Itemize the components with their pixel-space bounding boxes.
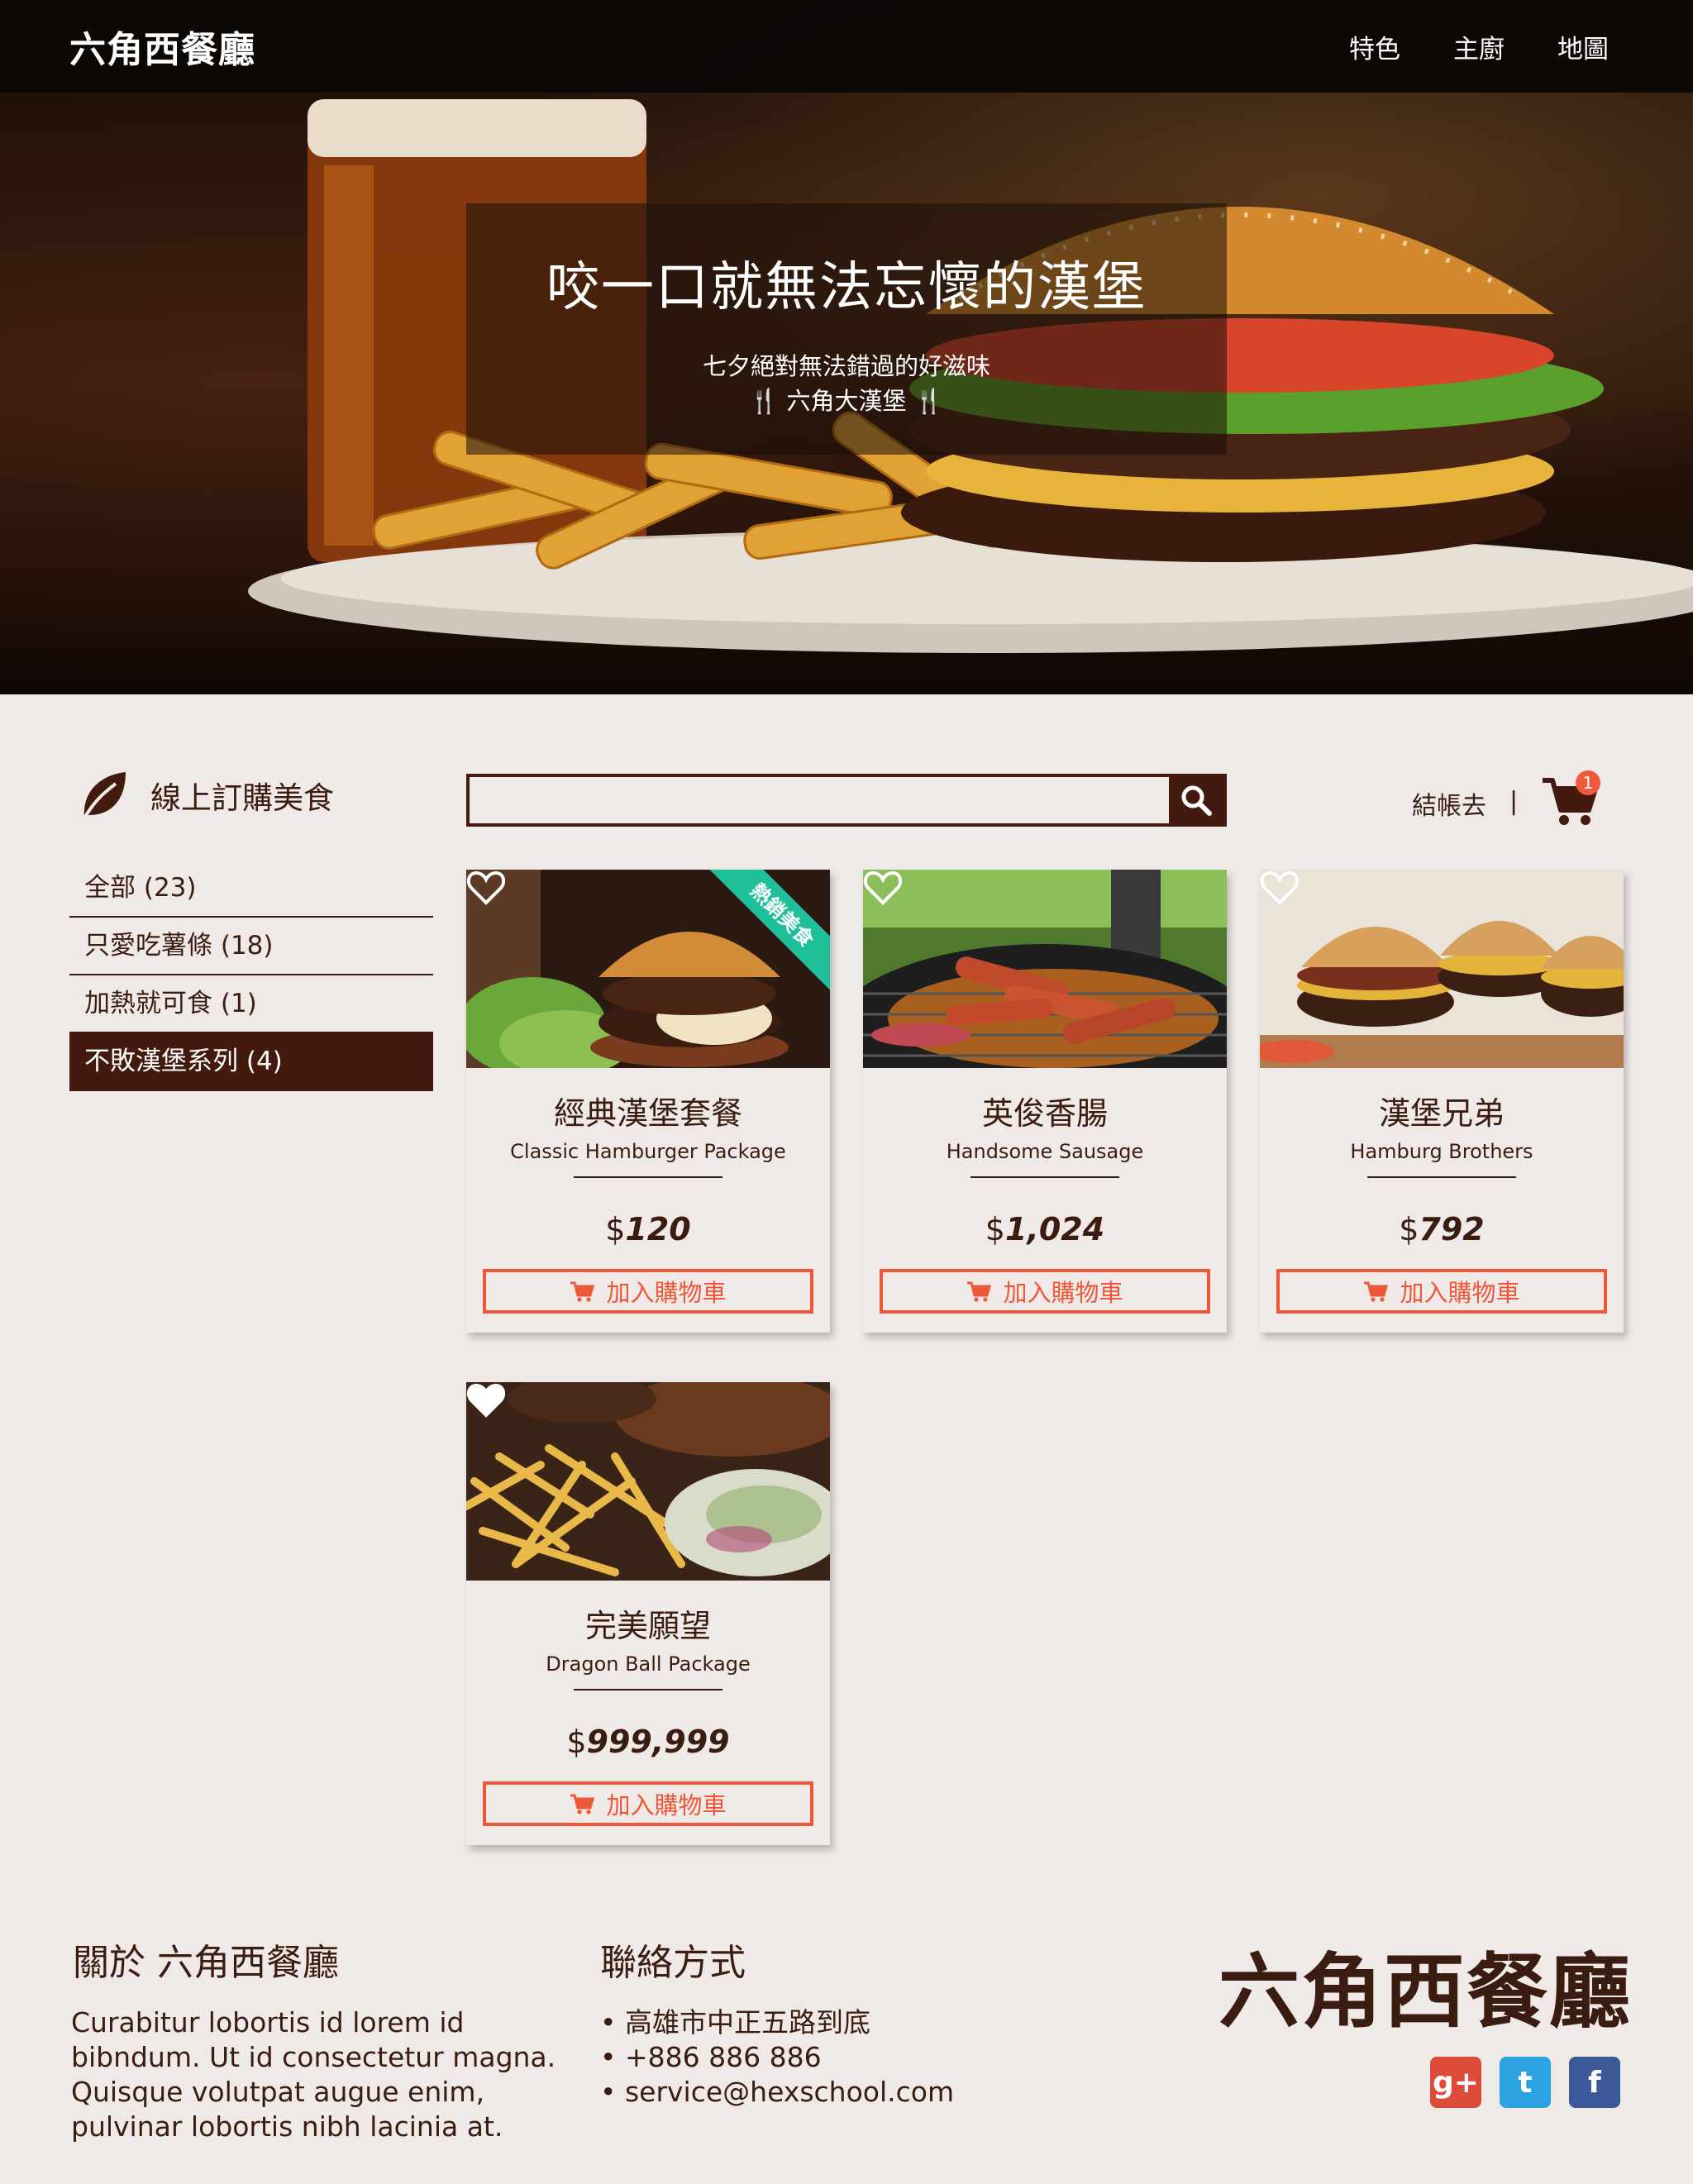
- category-fries[interactable]: 只愛吃薯條 (18): [69, 918, 433, 975]
- product-image[interactable]: [1260, 870, 1624, 1068]
- search-input[interactable]: [470, 777, 1172, 823]
- add-to-cart-button[interactable]: 加入購物車: [483, 1781, 813, 1826]
- product-divider: [574, 1689, 723, 1690]
- checkout-link[interactable]: 結帳去: [1412, 785, 1486, 822]
- sausage-grill-image: [863, 870, 1227, 1068]
- currency-symbol: $: [985, 1211, 1005, 1247]
- cart-icon: [570, 1281, 595, 1302]
- fork-knife-icon: 🍴: [749, 387, 780, 415]
- product-english-name: Classic Hamburger Package: [510, 1140, 786, 1163]
- product-card: 英俊香腸 Handsome Sausage $1,024 加入購物車: [863, 870, 1227, 1333]
- twitter-icon[interactable]: t: [1500, 2057, 1551, 2108]
- add-to-cart-button[interactable]: 加入購物車: [483, 1269, 813, 1314]
- category-heat-and-eat[interactable]: 加熱就可食 (1): [69, 975, 433, 1033]
- favorite-heart-icon[interactable]: [466, 870, 506, 906]
- currency-symbol: $: [566, 1724, 587, 1760]
- footer-contact-title: 聯絡方式: [600, 1942, 746, 1984]
- nav-link-chef[interactable]: 主廚: [1453, 28, 1505, 65]
- footer-about-title: 關於 六角西餐廳: [73, 1942, 339, 1984]
- nav-link-map[interactable]: 地圖: [1557, 28, 1609, 65]
- product-card: 完美願望 Dragon Ball Package $999,999 加入購物車: [466, 1382, 830, 1845]
- facebook-icon[interactable]: f: [1569, 2057, 1620, 2108]
- category-all[interactable]: 全部 (23): [69, 860, 433, 918]
- brand-logo[interactable]: 六角西餐廳: [69, 20, 255, 73]
- currency-symbol: $: [1399, 1211, 1419, 1247]
- footer-about-text: Curabitur lobortis id lorem id bibndum. …: [71, 2006, 556, 2143]
- search-bar: [466, 774, 1227, 827]
- add-to-cart-button[interactable]: 加入購物車: [1276, 1269, 1607, 1314]
- product-name: 經典漢堡套餐: [553, 1095, 742, 1132]
- sidebar-header: 線上訂購美食: [79, 769, 334, 822]
- hero-title: 咬一口就無法忘懷的漢堡: [546, 257, 1147, 318]
- hero-tagline: 六角大漢堡: [786, 387, 907, 415]
- cart-icon: [1364, 1281, 1389, 1302]
- top-navbar: 六角西餐廳 特色 主廚 地圖: [0, 0, 1693, 93]
- checkout-separator: |: [1509, 787, 1519, 816]
- contact-phone[interactable]: +886 886 886: [600, 2040, 954, 2075]
- product-english-name: Handsome Sausage: [946, 1140, 1144, 1163]
- social-links: g+ t f: [1430, 2057, 1620, 2108]
- product-divider: [970, 1176, 1119, 1178]
- nav-link-features[interactable]: 特色: [1349, 28, 1400, 65]
- price-value: 999,999: [586, 1724, 730, 1760]
- cart-icon: [967, 1281, 992, 1302]
- burger-brothers-image: [1260, 870, 1624, 1068]
- product-name: 漢堡兄弟: [1378, 1095, 1505, 1132]
- add-to-cart-label: 加入購物車: [1003, 1279, 1123, 1307]
- google-plus-icon[interactable]: g+: [1430, 2057, 1481, 2108]
- price-value: 792: [1419, 1211, 1485, 1247]
- price-value: 120: [625, 1211, 691, 1247]
- hero-banner: 咬一口就無法忘懷的漢堡 七夕絕對無法錯過的好滋味 🍴 六角大漢堡 🍴: [0, 0, 1693, 694]
- product-name: 完美願望: [584, 1608, 711, 1644]
- ribbon-label: 熱銷美食: [706, 870, 830, 994]
- product-card: 漢堡兄弟 Hamburg Brothers $792 加入購物車: [1260, 870, 1624, 1333]
- product-card: 熱銷美食 經典漢堡套餐 Classic Hamburger Package $1…: [466, 870, 830, 1333]
- fries-coleslaw-image: [466, 1382, 830, 1581]
- product-price: $1,024: [863, 1211, 1227, 1247]
- search-button[interactable]: [1169, 777, 1223, 823]
- hot-ribbon: 熱銷美食: [706, 870, 830, 994]
- currency-symbol: $: [605, 1211, 626, 1247]
- price-value: 1,024: [1004, 1211, 1105, 1247]
- product-english-name: Hamburg Brothers: [1350, 1140, 1533, 1163]
- product-divider: [1367, 1176, 1516, 1178]
- contact-address: 高雄市中正五路到底: [600, 2005, 954, 2040]
- favorite-heart-filled-icon[interactable]: [466, 1382, 506, 1419]
- footer-contact-list: 高雄市中正五路到底 +886 886 886 service@hexschool…: [600, 2005, 954, 2110]
- fork-knife-icon: 🍴: [913, 387, 944, 415]
- hero-tagline-row: 🍴 六角大漢堡 🍴: [466, 384, 1227, 418]
- hero-subtitle: 七夕絕對無法錯過的好滋味: [702, 352, 990, 380]
- product-image[interactable]: [863, 870, 1227, 1068]
- add-to-cart-label: 加入購物車: [606, 1791, 727, 1819]
- category-list: 全部 (23) 只愛吃薯條 (18) 加熱就可食 (1) 不敗漢堡系列 (4): [69, 860, 433, 1091]
- nav-links: 特色 主廚 地圖: [1349, 28, 1609, 65]
- search-icon: [1181, 785, 1212, 816]
- category-burgers[interactable]: 不敗漢堡系列 (4): [69, 1033, 433, 1091]
- hero-textbox: 咬一口就無法忘懷的漢堡 七夕絕對無法錯過的好滋味 🍴 六角大漢堡 🍴: [466, 203, 1227, 455]
- product-divider: [574, 1176, 723, 1178]
- contact-email[interactable]: service@hexschool.com: [600, 2075, 954, 2110]
- favorite-heart-icon[interactable]: [863, 870, 903, 906]
- sidebar-title: 線上訂購美食: [150, 780, 334, 816]
- favorite-heart-icon[interactable]: [1260, 870, 1300, 906]
- add-to-cart-button[interactable]: 加入購物車: [880, 1269, 1210, 1314]
- product-price: $999,999: [466, 1724, 830, 1760]
- product-price: $792: [1260, 1211, 1624, 1247]
- product-image[interactable]: [466, 1382, 830, 1581]
- cart-count-badge: 1: [1576, 770, 1600, 795]
- add-to-cart-label: 加入購物車: [606, 1279, 727, 1307]
- product-price: $120: [466, 1211, 830, 1247]
- add-to-cart-label: 加入購物車: [1400, 1279, 1520, 1307]
- cart-icon: [570, 1794, 595, 1814]
- product-image[interactable]: 熱銷美食: [466, 870, 830, 1068]
- product-name: 英俊香腸: [981, 1095, 1108, 1132]
- leaf-icon: [83, 772, 126, 819]
- footer-brand-logo: 六角西餐廳: [1218, 1945, 1633, 2039]
- product-english-name: Dragon Ball Package: [546, 1652, 751, 1676]
